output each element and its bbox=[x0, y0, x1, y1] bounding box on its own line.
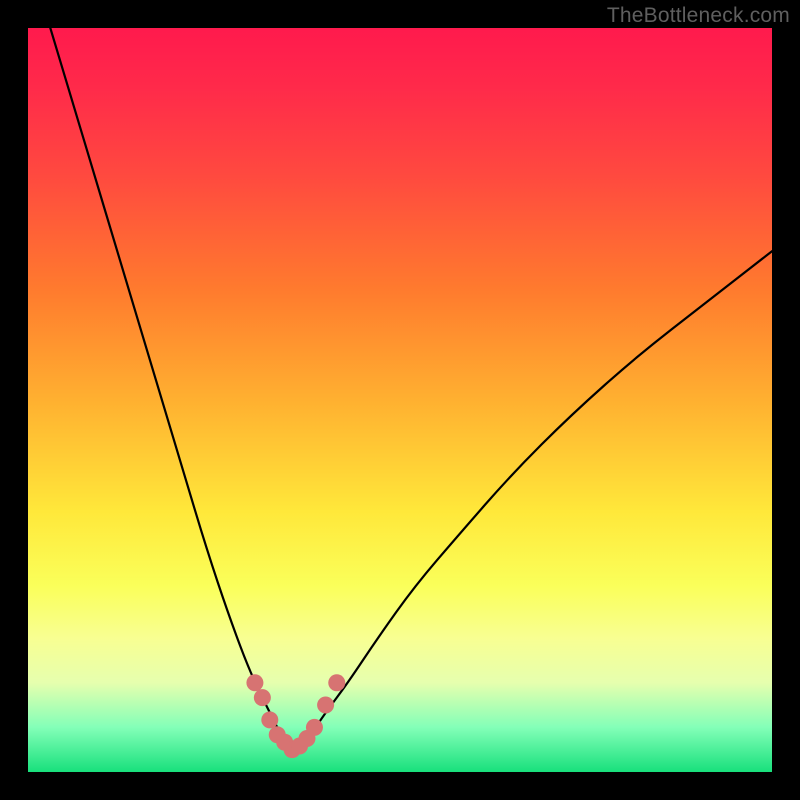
valley-dot bbox=[317, 697, 334, 714]
chart-overlay bbox=[28, 28, 772, 772]
curve-right bbox=[296, 251, 772, 749]
chart-frame: TheBottleneck.com bbox=[0, 0, 800, 800]
valley-dot bbox=[254, 689, 271, 706]
valley-dots bbox=[246, 674, 345, 758]
valley-dot bbox=[328, 674, 345, 691]
watermark-text: TheBottleneck.com bbox=[607, 4, 790, 28]
valley-dot bbox=[246, 674, 263, 691]
curve-left bbox=[50, 28, 296, 750]
valley-dot bbox=[306, 719, 323, 736]
valley-dot bbox=[261, 711, 278, 728]
plot-area bbox=[28, 28, 772, 772]
